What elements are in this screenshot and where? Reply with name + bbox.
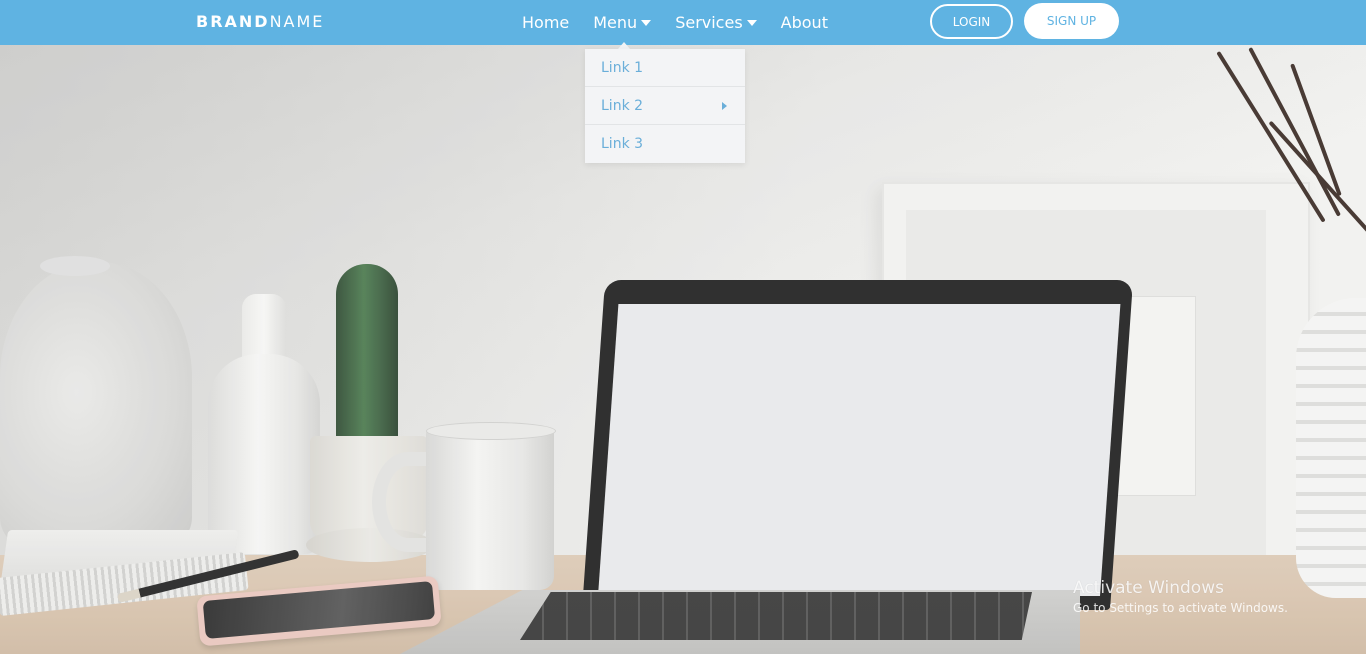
nav-links: Home Menu Services About — [522, 0, 852, 45]
windows-activation-watermark: Activate Windows Go to Settings to activ… — [1073, 578, 1288, 615]
dropdown-item-link-3[interactable]: Link 3 — [585, 125, 745, 163]
caret-right-icon — [722, 101, 727, 110]
dropdown-item-label: Link 1 — [601, 59, 644, 76]
watermark-subtitle: Go to Settings to activate Windows. — [1073, 601, 1288, 615]
nav-link-services[interactable]: Services — [675, 13, 757, 32]
dropdown-item-link-1[interactable]: Link 1 — [585, 49, 745, 87]
brand-bold-text: BRAND — [196, 12, 270, 31]
menu-dropdown: Link 1 Link 2 Link 3 — [585, 49, 745, 163]
watermark-title: Activate Windows — [1073, 578, 1224, 598]
dropdown-item-label: Link 2 — [601, 97, 644, 114]
nav-link-about[interactable]: About — [781, 13, 828, 32]
nav-link-label: Menu — [593, 13, 638, 32]
nav-link-menu[interactable]: Menu — [593, 13, 652, 32]
brand-logo[interactable]: BRANDNAME — [196, 12, 324, 31]
dropdown-item-label: Link 3 — [601, 136, 644, 152]
caret-down-icon — [746, 19, 757, 26]
dropdown-pointer — [618, 42, 630, 49]
nav-link-label: About — [780, 13, 828, 32]
nav-link-label: Services — [675, 13, 743, 32]
nav-link-home[interactable]: Home — [522, 13, 569, 32]
nav-link-label: Home — [522, 13, 570, 32]
dropdown-item-link-2[interactable]: Link 2 — [585, 87, 745, 125]
brand-light-text: NAME — [269, 12, 325, 31]
signup-button[interactable]: SIGN UP — [1024, 3, 1119, 39]
login-button[interactable]: LOGIN — [930, 4, 1013, 39]
navbar: BRANDNAME Home Menu Services About LOGIN… — [0, 0, 1366, 45]
caret-down-icon — [641, 19, 652, 26]
